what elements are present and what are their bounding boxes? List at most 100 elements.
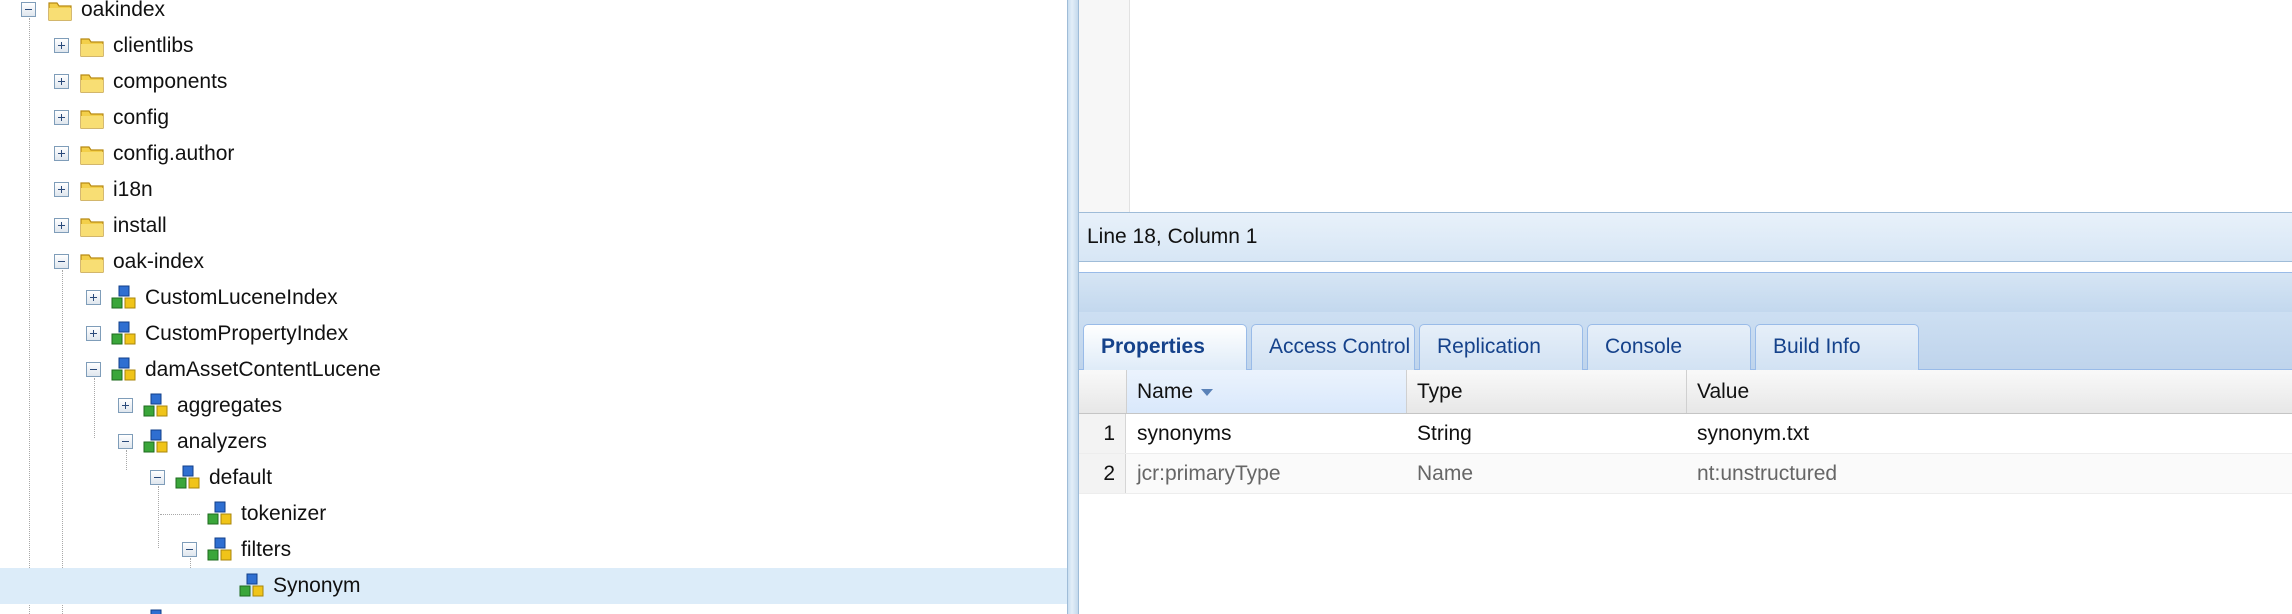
tree-node-label: oakindex: [81, 0, 166, 21]
tree-node-label: analyzers: [177, 430, 267, 453]
tree-node-label: components: [113, 70, 228, 93]
collapse-icon[interactable]: [182, 542, 197, 557]
tree-node-partial[interactable]: [0, 604, 1067, 614]
folder-icon: [80, 254, 104, 273]
tree-node-config-author[interactable]: config.author: [0, 136, 1067, 172]
jcr-node-icon: [207, 501, 232, 525]
jcr-node-icon: [111, 321, 136, 345]
sort-descending-icon[interactable]: [1201, 388, 1214, 396]
expand-icon[interactable]: [54, 38, 69, 53]
expand-icon[interactable]: [54, 146, 69, 161]
tab-console[interactable]: Console: [1587, 324, 1751, 370]
tab-label: Properties: [1101, 335, 1205, 358]
tree-node-aggregates[interactable]: aggregates: [0, 388, 1067, 424]
folder-icon: [80, 182, 104, 201]
expand-icon[interactable]: [86, 326, 101, 341]
tree-node-label: clientlibs: [113, 34, 194, 57]
tree-node-i18n[interactable]: i18n: [0, 172, 1067, 208]
property-value[interactable]: nt:unstructured: [1687, 454, 2292, 493]
tab-access-control[interactable]: Access Control: [1251, 324, 1415, 370]
panel-splitter[interactable]: [1067, 0, 1079, 614]
jcr-node-icon: [143, 393, 168, 417]
property-name[interactable]: jcr:primaryType: [1127, 454, 1407, 493]
tree-node-damassetcontentlucene[interactable]: damAssetContentLucene: [0, 352, 1067, 388]
tree-node-label: config: [113, 106, 170, 129]
cursor-position: Line 18, Column 1: [1087, 225, 1258, 248]
expand-icon[interactable]: [54, 182, 69, 197]
editor-status-bar: Line 18, Column 1: [1079, 212, 2292, 262]
jcr-node-icon: [111, 285, 136, 309]
table-row[interactable]: 1 synonyms String synonym.txt: [1079, 414, 2292, 454]
jcr-node-icon: [150, 609, 162, 614]
tree-node-components[interactable]: components: [0, 64, 1067, 100]
tree-node-custompropertyindex[interactable]: CustomPropertyIndex: [0, 316, 1067, 352]
tree-node-label: filters: [241, 538, 292, 561]
tree-node-customluceneindex[interactable]: CustomLuceneIndex: [0, 280, 1067, 316]
tree-node-install[interactable]: install: [0, 208, 1067, 244]
collapse-icon[interactable]: [150, 470, 165, 485]
folder-icon: [80, 110, 104, 129]
tree-node-filters[interactable]: filters: [0, 532, 1067, 568]
collapse-icon[interactable]: [21, 2, 36, 17]
line-number-gutter: [1079, 0, 1130, 212]
tree-node-default[interactable]: default: [0, 460, 1067, 496]
collapse-icon[interactable]: [86, 362, 101, 377]
tab-label: Access Control: [1269, 335, 1411, 358]
tree-node-label: aggregates: [177, 394, 283, 417]
expand-icon[interactable]: [54, 110, 69, 125]
row-number-header: [1079, 370, 1127, 413]
property-type[interactable]: Name: [1407, 454, 1687, 493]
property-value[interactable]: synonym.txt: [1687, 414, 2292, 453]
column-header-label: Value: [1697, 380, 1750, 403]
tab-label: Replication: [1437, 335, 1541, 358]
tree-node-label: config.author: [113, 142, 235, 165]
jcr-node-icon: [207, 537, 232, 561]
jcr-node-icon: [175, 465, 200, 489]
column-header-label: Type: [1417, 380, 1463, 403]
tree-node-label: CustomLuceneIndex: [145, 286, 338, 309]
tree-node-oakindex[interactable]: oakindex: [0, 0, 1067, 28]
divider: [1079, 262, 2292, 272]
tree-node-label: i18n: [113, 178, 153, 201]
tree-node-label: default: [209, 466, 273, 489]
tree-node-synonym[interactable]: Synonym: [0, 568, 1067, 604]
folder-icon: [80, 38, 104, 57]
tab-label: Build Info: [1773, 335, 1861, 358]
expand-icon[interactable]: [54, 218, 69, 233]
grid-header: Name Type Value: [1079, 370, 2292, 414]
property-type[interactable]: String: [1407, 414, 1687, 453]
repository-tree: oakindex clientlibs components config co…: [0, 0, 1067, 614]
tab-label: Console: [1605, 335, 1683, 358]
tab-bar: Properties Access Control Replication Co…: [1079, 312, 2292, 371]
expand-icon[interactable]: [54, 74, 69, 89]
tab-properties[interactable]: Properties: [1083, 324, 1247, 371]
row-number: 1: [1079, 414, 1126, 453]
row-number: 2: [1079, 454, 1126, 493]
folder-icon: [80, 74, 104, 93]
column-header-name[interactable]: Name: [1127, 370, 1407, 413]
tree-node-clientlibs[interactable]: clientlibs: [0, 28, 1067, 64]
tree-node-oak-index[interactable]: oak-index: [0, 244, 1067, 280]
expand-icon[interactable]: [118, 398, 133, 413]
column-header-value[interactable]: Value: [1687, 370, 2292, 413]
table-row[interactable]: 2 jcr:primaryType Name nt:unstructured: [1079, 454, 2292, 494]
property-name[interactable]: synonyms: [1127, 414, 1407, 453]
tree-node-label: Synonym: [273, 574, 361, 597]
tab-build-info[interactable]: Build Info: [1755, 324, 1919, 370]
jcr-node-icon: [111, 357, 136, 381]
column-header-type[interactable]: Type: [1407, 370, 1687, 413]
tree-node-config[interactable]: config: [0, 100, 1067, 136]
code-editor[interactable]: [1079, 0, 2292, 212]
tree-node-label: damAssetContentLucene: [145, 358, 381, 381]
tree-node-label: tokenizer: [241, 502, 327, 525]
properties-panel-header: [1079, 272, 2292, 312]
tab-replication[interactable]: Replication: [1419, 324, 1583, 370]
tree-node-analyzers[interactable]: analyzers: [0, 424, 1067, 460]
column-header-label: Name: [1137, 380, 1194, 403]
expand-icon[interactable]: [86, 290, 101, 305]
collapse-icon[interactable]: [54, 254, 69, 269]
tree-node-label: CustomPropertyIndex: [145, 322, 349, 345]
collapse-icon[interactable]: [118, 434, 133, 449]
jcr-node-icon: [143, 429, 168, 453]
tree-node-tokenizer[interactable]: tokenizer: [0, 496, 1067, 532]
